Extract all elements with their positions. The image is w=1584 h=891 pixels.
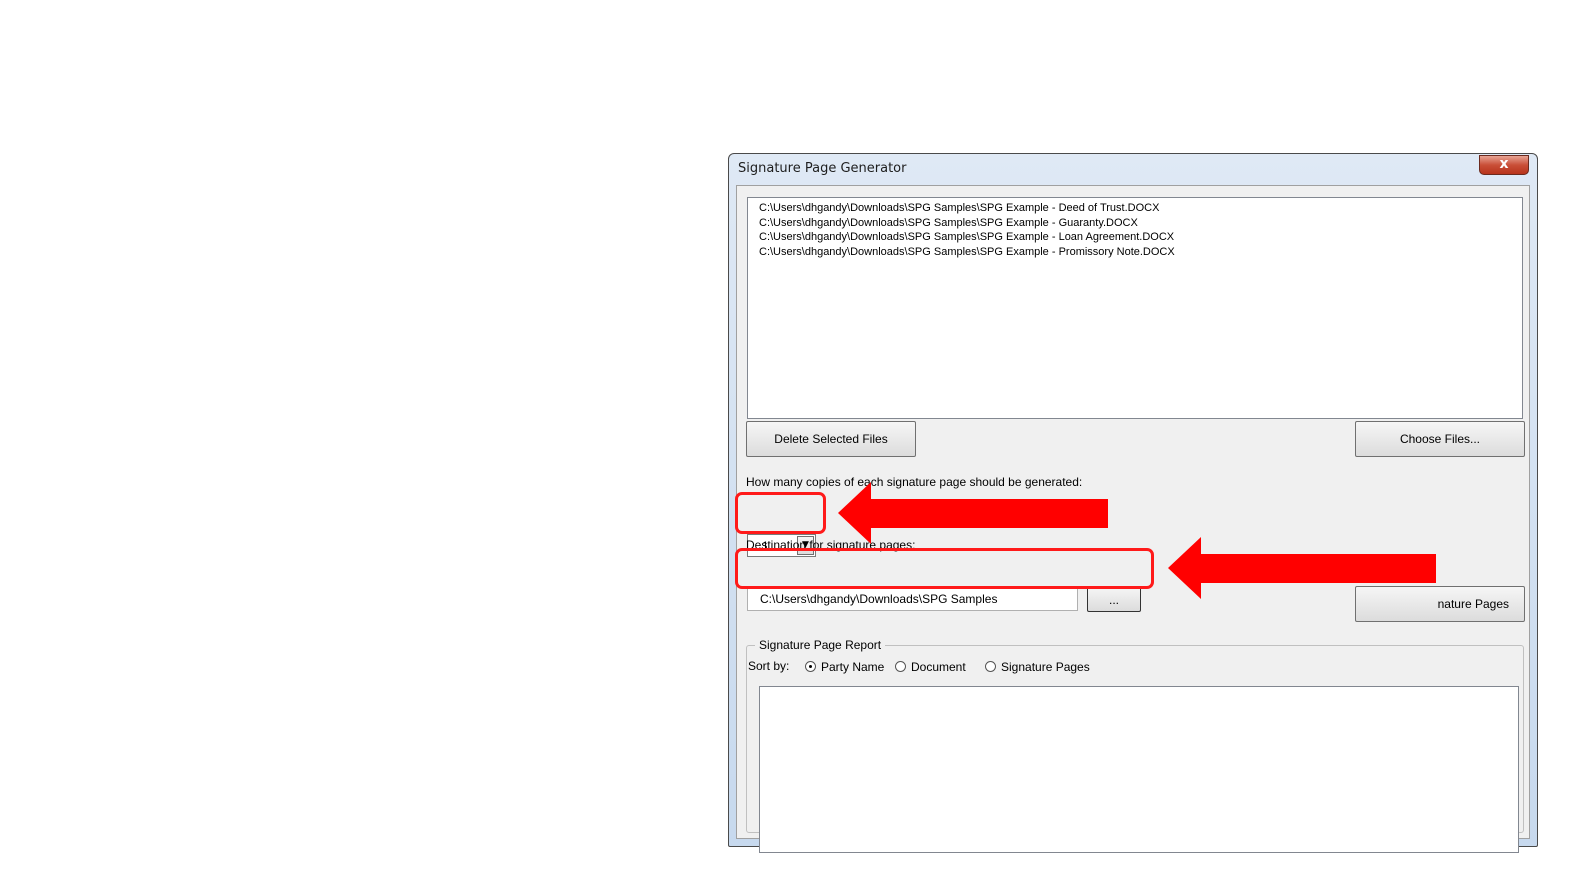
- browse-button[interactable]: ...: [1087, 586, 1141, 612]
- report-output-box[interactable]: [759, 686, 1519, 853]
- window-title: Signature Page Generator: [738, 161, 907, 176]
- list-item[interactable]: C:\Users\dhgandy\Downloads\SPG Samples\S…: [759, 216, 1522, 231]
- delete-selected-files-button[interactable]: Delete Selected Files: [746, 421, 916, 457]
- choose-files-button[interactable]: Choose Files...: [1355, 421, 1525, 457]
- report-title: Signature Page Report: [755, 638, 886, 652]
- left-arrow-icon: [838, 482, 1108, 544]
- radio-document-label[interactable]: Document: [911, 660, 966, 674]
- radio-party-name[interactable]: [805, 661, 816, 672]
- signature-page-report-group: Signature Page Report Sort by: Party Nam…: [746, 638, 1524, 853]
- close-icon: x: [1499, 156, 1509, 172]
- radio-signature-pages-label[interactable]: Signature Pages: [1001, 660, 1090, 674]
- radio-party-name-label[interactable]: Party Name: [821, 660, 884, 674]
- list-item[interactable]: C:\Users\dhgandy\Downloads\SPG Samples\S…: [759, 230, 1522, 245]
- sort-by-label: Sort by:: [748, 659, 790, 673]
- destination-field[interactable]: C:\Users\dhgandy\Downloads\SPG Samples: [747, 587, 1078, 611]
- list-item[interactable]: C:\Users\dhgandy\Downloads\SPG Samples\S…: [759, 201, 1522, 216]
- radio-document[interactable]: [895, 661, 906, 672]
- copies-highlight-box: [735, 492, 826, 534]
- left-arrow-icon: [1168, 537, 1436, 599]
- destination-highlight-box: [735, 548, 1154, 589]
- radio-signature-pages[interactable]: [985, 661, 996, 672]
- list-item[interactable]: C:\Users\dhgandy\Downloads\SPG Samples\S…: [759, 245, 1522, 260]
- close-button[interactable]: x: [1479, 155, 1529, 175]
- file-list[interactable]: C:\Users\dhgandy\Downloads\SPG Samples\S…: [747, 197, 1523, 419]
